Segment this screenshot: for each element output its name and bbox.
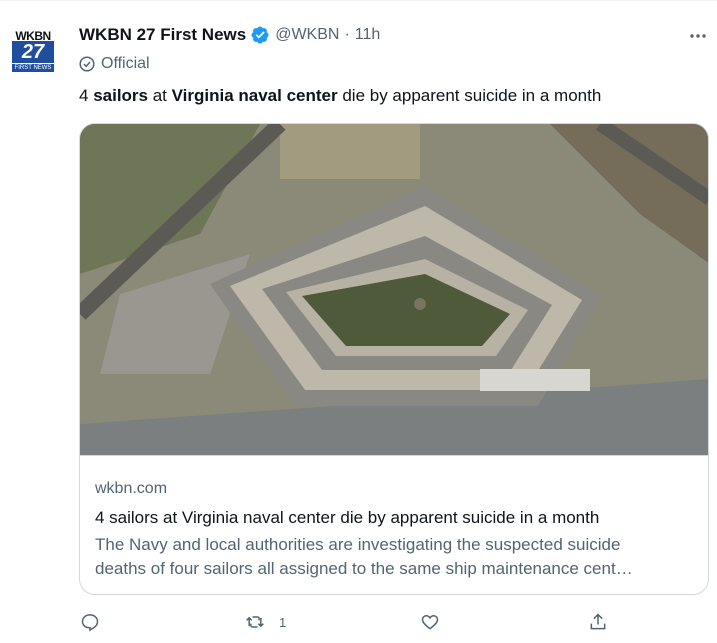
verified-badge-icon bbox=[251, 26, 269, 44]
official-text: Official bbox=[101, 55, 150, 72]
card-divider bbox=[80, 455, 708, 456]
card-domain: wkbn.com bbox=[95, 480, 168, 497]
avatar-number: 27 bbox=[12, 41, 54, 63]
reply-button[interactable] bbox=[80, 612, 100, 632]
more-icon[interactable] bbox=[688, 28, 708, 44]
card-description: The Navy and local authorities are inves… bbox=[95, 533, 690, 581]
tweet-text-part: 4 bbox=[79, 86, 94, 105]
link-card[interactable]: wkbn.com 4 sailors at Virginia naval cen… bbox=[79, 123, 709, 595]
card-title: 4 sailors at Virginia naval center die b… bbox=[95, 508, 600, 527]
like-button[interactable] bbox=[420, 612, 440, 632]
share-icon bbox=[590, 613, 606, 630]
tweet-text-bold: sailors bbox=[93, 86, 148, 105]
tweet-actions: 1 bbox=[0, 612, 717, 636]
avatar-subtitle: FIRST NEWS bbox=[12, 64, 54, 72]
official-label: Official bbox=[79, 55, 150, 73]
card-description-line: deaths of four sailors all assigned to t… bbox=[95, 559, 633, 578]
official-icon bbox=[79, 56, 95, 72]
tweet-text-part: at bbox=[148, 86, 172, 105]
timestamp[interactable]: 11h bbox=[355, 26, 381, 44]
top-divider bbox=[0, 0, 717, 1]
tweet-text-part: die by apparent suicide in a month bbox=[337, 86, 602, 105]
retweet-icon bbox=[246, 616, 264, 628]
separator-dot: · bbox=[344, 26, 350, 43]
reply-icon bbox=[81, 614, 99, 632]
card-description-line: The Navy and local authorities are inves… bbox=[95, 535, 621, 554]
author-name[interactable]: WKBN 27 First News bbox=[79, 25, 246, 45]
tweet-header: WKBN 27 First News @WKBN · 11h bbox=[79, 24, 380, 46]
like-icon bbox=[421, 614, 439, 630]
tweet-text: 4 sailors at Virginia naval center die b… bbox=[79, 86, 601, 106]
retweet-count: 1 bbox=[279, 614, 287, 630]
avatar[interactable]: WKBN 27 FIRST NEWS bbox=[9, 27, 57, 75]
retweet-button[interactable]: 1 bbox=[245, 612, 286, 632]
card-image-pentagon-aerial[interactable] bbox=[80, 124, 709, 455]
share-button[interactable] bbox=[588, 612, 608, 632]
tweet-text-bold: Virginia naval center bbox=[171, 86, 338, 105]
author-handle[interactable]: @WKBN bbox=[275, 26, 339, 44]
